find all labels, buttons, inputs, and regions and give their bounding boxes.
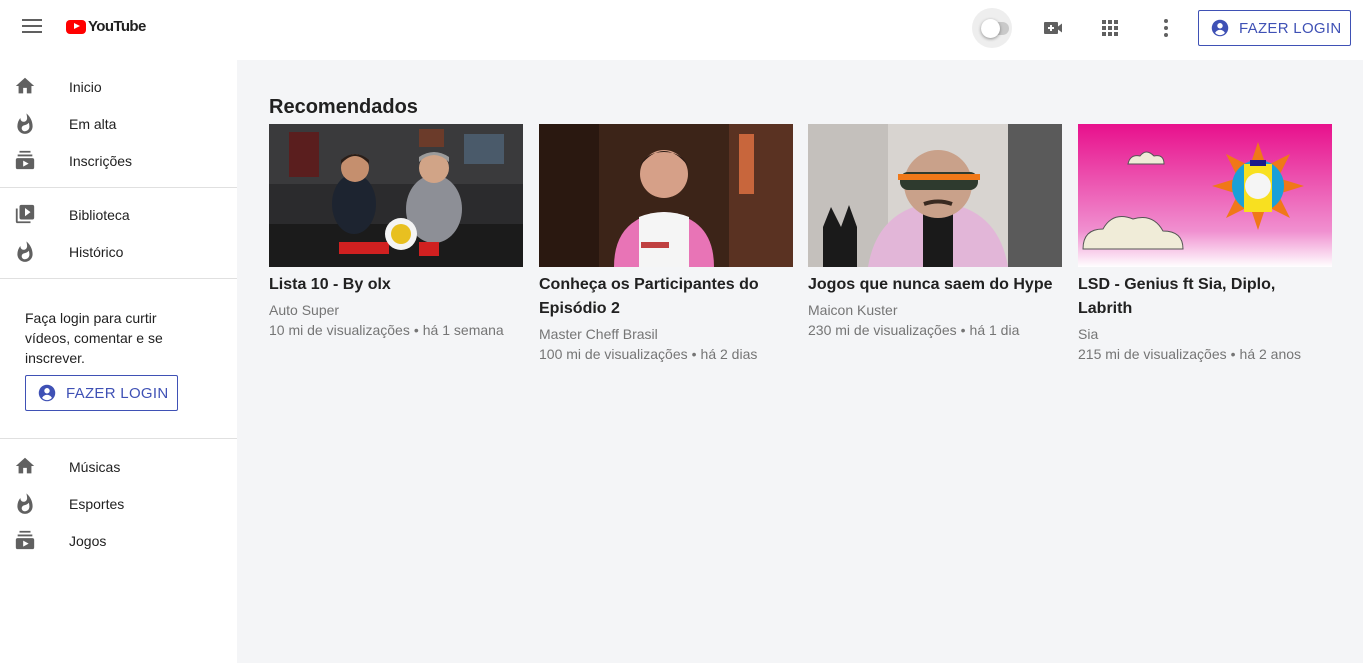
video-thumbnail[interactable] <box>808 124 1062 267</box>
logo-text: YouTube <box>88 18 146 35</box>
meta-separator: • <box>960 322 966 338</box>
sidebar-divider <box>0 278 237 279</box>
upload-age: há 2 anos <box>1239 346 1302 362</box>
header-login-label: FAZER LOGIN <box>1239 19 1342 37</box>
sidebar-item-label: Esportes <box>69 495 125 512</box>
sidebar-item-esportes[interactable]: Esportes <box>0 485 237 522</box>
video-meta: 230 mi de visualizações • há 1 dia <box>808 320 1062 340</box>
channel-name[interactable]: Sia <box>1078 324 1332 344</box>
view-count: 100 mi de visualizações <box>539 346 688 362</box>
video-card[interactable]: LSD - Genius ft Sia, Diplo, Labrith Sia … <box>1078 124 1332 364</box>
fire-icon <box>17 493 33 514</box>
video-card[interactable]: Conheça os Participantes do Episódio 2 M… <box>539 124 793 364</box>
account-circle-icon <box>38 384 56 402</box>
sidebar-item-biblioteca[interactable]: Biblioteca <box>0 196 237 233</box>
video-thumbnail[interactable] <box>269 124 523 267</box>
view-count: 10 mi de visualizações <box>269 322 410 338</box>
youtube-play-icon <box>66 19 86 34</box>
view-count: 215 mi de visualizações <box>1078 346 1227 362</box>
sidebar-item-inscricoes[interactable]: Inscrições <box>0 142 237 179</box>
video-title[interactable]: Conheça os Participantes do Episódio 2 <box>539 273 793 321</box>
top-header: YouTube FAZER LOGIN <box>0 0 1363 56</box>
video-title[interactable]: Lista 10 - By olx <box>269 273 523 297</box>
sidebar-item-label: Jogos <box>69 532 107 549</box>
video-card[interactable]: Lista 10 - By olx Auto Super 10 mi de vi… <box>269 124 523 340</box>
sidebar-item-label: Biblioteca <box>69 206 130 223</box>
upload-age: há 1 dia <box>969 322 1020 338</box>
account-circle-icon <box>1211 19 1229 37</box>
upload-age: há 1 semana <box>422 322 504 338</box>
sidebar-login-label: FAZER LOGIN <box>66 384 169 402</box>
video-thumbnail[interactable] <box>1078 124 1332 267</box>
meta-separator: • <box>1230 346 1236 362</box>
sidebar-item-jogos[interactable]: Jogos <box>0 522 237 559</box>
meta-separator: • <box>691 346 697 362</box>
sidebar-divider <box>0 438 237 439</box>
sidebar-item-historico[interactable]: Histórico <box>0 233 237 270</box>
video-meta: 100 mi de visualizações • há 2 dias <box>539 344 793 364</box>
sidebar: Inicio Em alta Inscrições Biblioteca His… <box>0 56 237 663</box>
subscriptions-icon <box>15 530 35 550</box>
sidebar-login-button[interactable]: FAZER LOGIN <box>25 375 178 411</box>
video-meta: 215 mi de visualizações • há 2 anos <box>1078 344 1332 364</box>
subscriptions-icon <box>15 150 35 170</box>
youtube-logo[interactable]: YouTube <box>66 18 146 35</box>
channel-name[interactable]: Master Cheff Brasil <box>539 324 793 344</box>
video-thumbnail[interactable] <box>539 124 793 267</box>
sidebar-item-em-alta[interactable]: Em alta <box>0 105 237 142</box>
signin-message: Faça login para curtir vídeos, comentar … <box>25 310 163 366</box>
home-icon <box>15 77 35 94</box>
meta-separator: • <box>413 322 419 338</box>
more-vert-icon[interactable] <box>1154 16 1178 40</box>
toggle-knob <box>981 19 1000 38</box>
apps-grid-icon[interactable] <box>1098 16 1122 40</box>
library-icon <box>15 204 35 224</box>
create-video-icon[interactable] <box>1042 16 1066 40</box>
sidebar-item-label: Em alta <box>69 115 117 132</box>
sidebar-item-label: Inicio <box>69 78 102 95</box>
video-title[interactable]: Jogos que nunca saem do Hype <box>808 273 1062 297</box>
sidebar-item-label: Histórico <box>69 243 124 260</box>
channel-name[interactable]: Auto Super <box>269 300 523 320</box>
hamburger-menu-icon[interactable] <box>22 19 42 35</box>
section-title: Recomendados <box>269 96 418 118</box>
sidebar-item-label: Músicas <box>69 458 121 475</box>
header-login-button[interactable]: FAZER LOGIN <box>1198 10 1351 46</box>
channel-name[interactable]: Maicon Kuster <box>808 300 1062 320</box>
video-meta: 10 mi de visualizações • há 1 semana <box>269 320 523 340</box>
home-icon <box>15 457 35 474</box>
sidebar-item-label: Inscrições <box>69 152 133 169</box>
fire-icon <box>17 113 33 134</box>
view-count: 230 mi de visualizações <box>808 322 957 338</box>
main-content: Recomendados Lista 10 - By olx Auto Supe… <box>237 60 1363 663</box>
fire-icon <box>17 241 33 262</box>
upload-age: há 2 dias <box>700 346 758 362</box>
video-title[interactable]: LSD - Genius ft Sia, Diplo, Labrith <box>1078 273 1332 321</box>
sidebar-divider <box>0 187 237 188</box>
sidebar-item-inicio[interactable]: Inicio <box>0 68 237 105</box>
sidebar-item-musicas[interactable]: Músicas <box>0 448 237 485</box>
dark-mode-toggle[interactable] <box>972 8 1012 48</box>
video-card[interactable]: Jogos que nunca saem do Hype Maicon Kust… <box>808 124 1062 340</box>
